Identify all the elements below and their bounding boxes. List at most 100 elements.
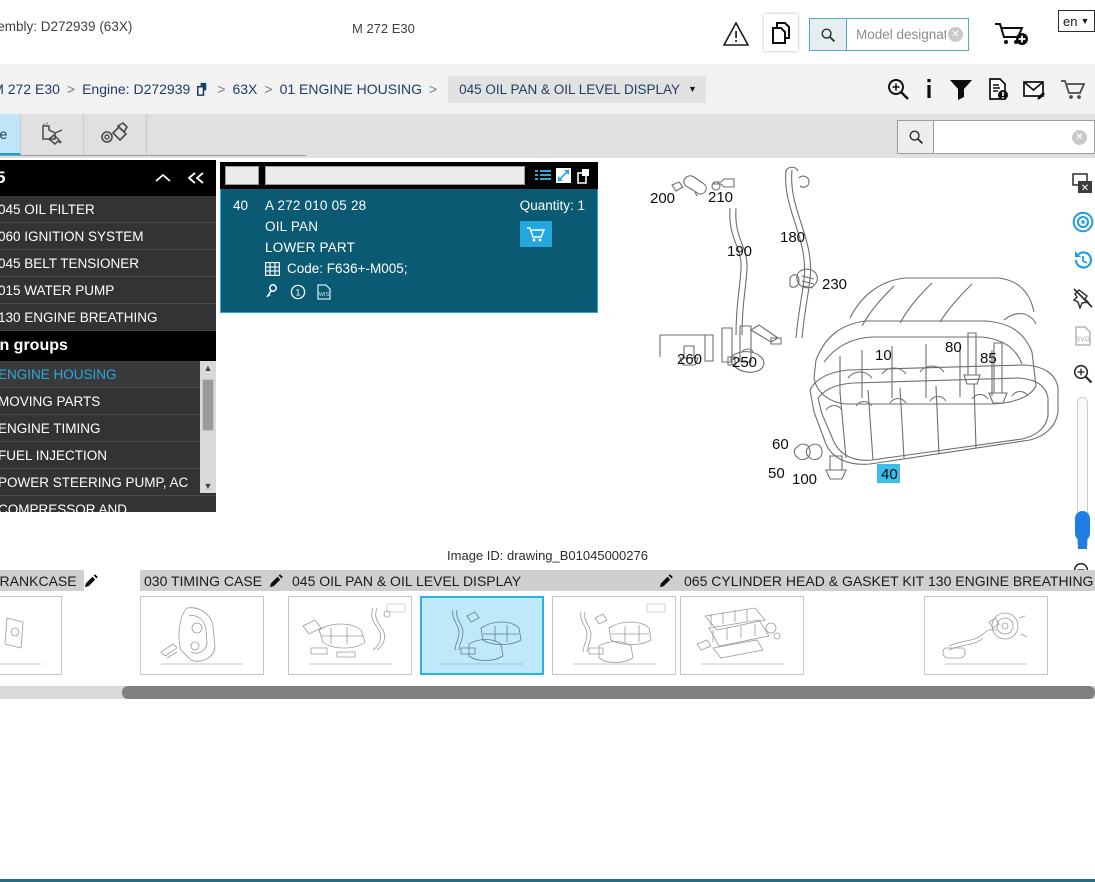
- scroll-down-icon[interactable]: ▼: [200, 479, 216, 493]
- sidebar-item-ignition-system[interactable]: 060 IGNITION SYSTEM: [0, 223, 216, 250]
- thumbnail-group-title: 065 CYLINDER HEAD & GASKET KIT: [684, 572, 925, 589]
- drawing-callout-50[interactable]: 50: [768, 465, 785, 482]
- breadcrumb-item-variant[interactable]: 63X: [232, 81, 257, 97]
- breadcrumb-item-active[interactable]: 045 OIL PAN & OIL LEVEL DISPLAY ▼: [448, 75, 706, 103]
- zoom-slider[interactable]: [1070, 393, 1095, 553]
- chevron-up-icon[interactable]: [154, 172, 172, 184]
- thumbnail-group-header[interactable]: 130 ENGINE BREATHING: [924, 570, 1095, 591]
- drawing-callout-100[interactable]: 100: [792, 471, 817, 488]
- drawing-callout-60[interactable]: 60: [772, 436, 789, 453]
- info-icon[interactable]: [923, 77, 935, 101]
- key-icon[interactable]: [265, 284, 279, 300]
- sidebar-group-power-steering[interactable]: POWER STEERING PUMP, AC: [0, 469, 216, 496]
- search-icon[interactable]: [898, 121, 934, 153]
- copy-icon[interactable]: [195, 82, 210, 97]
- part-number[interactable]: A 272 010 05 28: [265, 198, 407, 213]
- breadcrumb-separator: >: [264, 81, 273, 97]
- sidebar-item-belt-tensioner[interactable]: 045 BELT TENSIONER: [0, 250, 216, 277]
- thumbnail-group-header[interactable]: INDER CRANKCASE: [0, 570, 98, 591]
- part-code-label: Code: F636+-M005;: [287, 261, 408, 276]
- thumbnail-group-oil-pan: 045 OIL PAN & OIL LEVEL DISPLAY: [288, 570, 680, 675]
- sidebar-item-engine-breathing[interactable]: 130 ENGINE BREATHING: [0, 304, 216, 331]
- history-undo-icon[interactable]: [1070, 241, 1095, 279]
- sidebar-group-compressor[interactable]: COMPRESSOR AND: [0, 496, 216, 512]
- drawing-callout-200[interactable]: 200: [650, 190, 675, 207]
- thumbnail-cylinder-head[interactable]: [680, 596, 804, 675]
- thumbnail-oil-pan-a[interactable]: [288, 596, 412, 675]
- cart-add-icon[interactable]: [992, 20, 1030, 48]
- edit-icon[interactable]: [659, 573, 674, 588]
- zoom-in-icon[interactable]: [1070, 355, 1095, 393]
- sidebar-group-moving-parts[interactable]: MOVING PARTS: [0, 388, 216, 415]
- unpin-icon[interactable]: [1070, 279, 1095, 317]
- edit-icon[interactable]: [269, 573, 284, 588]
- sidebar-group-fuel-injection[interactable]: FUEL INJECTION: [0, 442, 216, 469]
- technical-drawing[interactable]: 200 210 190 180 230 260 250 10 80 85 60 …: [600, 160, 1070, 540]
- scrollbar-thumb[interactable]: [122, 686, 1095, 699]
- scrollbar-thumb[interactable]: [202, 379, 214, 431]
- drawing-callout-190[interactable]: 190: [727, 243, 752, 260]
- drawing-callout-85[interactable]: 85: [980, 350, 997, 367]
- content-search-input[interactable]: [934, 121, 1094, 153]
- drawing-callout-260[interactable]: 260: [677, 351, 702, 368]
- document-alert-icon[interactable]: [987, 77, 1009, 101]
- drawing-callout-210[interactable]: 210: [708, 189, 733, 206]
- tab-fasteners[interactable]: [84, 114, 147, 156]
- part-detail-icons: 1 WIS: [265, 284, 407, 300]
- tab-list: gine: [0, 114, 147, 156]
- wis-document-icon[interactable]: WIS: [317, 284, 331, 300]
- mail-edit-icon[interactable]: [1022, 77, 1046, 101]
- thumbnail-engine-breathing[interactable]: [924, 596, 1048, 675]
- edit-icon[interactable]: [84, 573, 99, 588]
- part-callout-number: 40: [233, 198, 249, 213]
- scroll-up-icon[interactable]: ▲: [200, 361, 216, 375]
- horizontal-scrollbar[interactable]: [0, 686, 1095, 699]
- filter-icon[interactable]: [948, 77, 974, 101]
- drawing-callout-10[interactable]: 10: [875, 347, 892, 364]
- thumbnail-timing-case[interactable]: [140, 596, 264, 675]
- part-card-header-field[interactable]: [265, 166, 525, 185]
- zoom-in-icon[interactable]: [886, 77, 910, 101]
- expand-image-icon[interactable]: [556, 168, 571, 183]
- language-selector[interactable]: en ▼: [1058, 10, 1095, 32]
- sidebar-item-water-pump[interactable]: 015 WATER PUMP: [0, 277, 216, 304]
- drawing-callout-80[interactable]: 80: [945, 339, 962, 356]
- sidebar-group-engine-timing[interactable]: ENGINE TIMING: [0, 415, 216, 442]
- sidebar-scrollbar[interactable]: ▲ ▼: [200, 361, 216, 493]
- breadcrumb-separator: >: [66, 81, 76, 97]
- tab-engine[interactable]: gine: [0, 114, 21, 156]
- clear-circle-icon[interactable]: ✕: [1072, 130, 1087, 145]
- sidebar-item-label: 045 BELT TENSIONER: [0, 255, 140, 271]
- target-focus-icon[interactable]: [1070, 203, 1095, 241]
- thumbnail-oil-pan-c[interactable]: [552, 596, 676, 675]
- thumbnail-group-header[interactable]: 065 CYLINDER HEAD & GASKET KIT: [680, 570, 945, 591]
- close-window-icon[interactable]: ✕: [1070, 165, 1095, 203]
- thumbnail-group-header[interactable]: 030 TIMING CASE: [140, 570, 288, 591]
- drawing-callout-180[interactable]: 180: [780, 229, 805, 246]
- zoom-slider-knob[interactable]: [1075, 511, 1090, 541]
- copy-documents-icon[interactable]: [764, 14, 798, 51]
- drawing-callout-230[interactable]: 230: [822, 276, 847, 293]
- breadcrumb-item-group[interactable]: 01 ENGINE HOUSING: [280, 81, 422, 97]
- list-view-icon[interactable]: [535, 169, 551, 183]
- sidebar-item-oil-filter[interactable]: 045 OIL FILTER: [0, 196, 216, 223]
- add-to-cart-icon[interactable]: [519, 221, 552, 247]
- tab-fluids[interactable]: [21, 114, 84, 156]
- thumbnail-group-header[interactable]: 045 OIL PAN & OIL LEVEL DISPLAY: [288, 570, 680, 591]
- copy-icon[interactable]: [576, 168, 593, 184]
- double-chevron-left-icon[interactable]: [186, 171, 206, 185]
- cart-icon[interactable]: [1059, 77, 1085, 101]
- drawing-callout-250[interactable]: 250: [732, 354, 757, 371]
- drawing-callout-40[interactable]: 40: [881, 466, 898, 483]
- breadcrumb-item-model[interactable]: M 272 E30: [0, 81, 60, 97]
- sidebar-group-engine-housing[interactable]: ENGINE HOUSING: [0, 361, 216, 388]
- clear-circle-icon[interactable]: ✕: [948, 27, 963, 42]
- thumbnail-oil-pan-b-selected[interactable]: [420, 596, 544, 675]
- note-number-icon[interactable]: 1: [290, 284, 306, 300]
- search-icon[interactable]: [810, 19, 847, 50]
- part-code-row[interactable]: Code: F636+-M005;: [265, 261, 407, 276]
- content-search: ✕: [897, 120, 1095, 154]
- thumbnail-crankcase[interactable]: [0, 596, 62, 675]
- breadcrumb-item-engine[interactable]: Engine: D272939: [82, 81, 190, 97]
- warning-triangle-icon[interactable]: [722, 21, 750, 47]
